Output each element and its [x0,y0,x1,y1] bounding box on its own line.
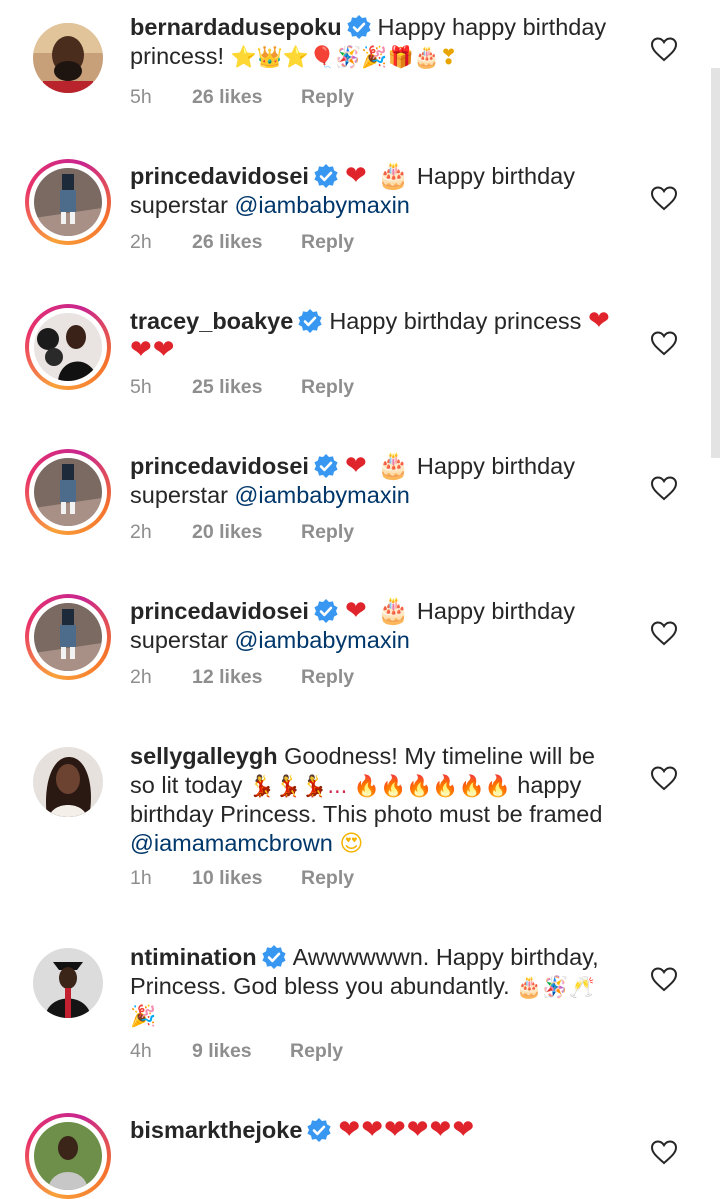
comment-body: Goodness! My timeline will be [284,743,595,769]
comment-text: princedavidosei ❤ 🎂 Happy birthday supers… [130,162,630,219]
celebration-emoji: 🎂🪅🥂 [516,974,595,999]
heart-outline-icon[interactable] [650,966,678,992]
verified-badge-icon [314,599,338,623]
likes-count[interactable]: 26 likes [192,86,301,109]
comment-meta: 5h 25 likes Reply [130,376,354,399]
comment-time: 2h [130,521,152,543]
heart-eyes-emoji: 😍 [339,830,364,857]
comment-time: 4h [130,1040,152,1062]
dancer-emoji: 💃💃💃... [248,773,348,798]
comment-body: Happy birthday [416,453,575,479]
avatar[interactable] [25,15,111,101]
comment-meta: 2h 26 likes Reply [130,231,354,254]
comment-body: Happy birthday princess [329,308,582,334]
verified-badge-icon [314,164,338,188]
username[interactable]: princedavidosei [130,453,309,479]
comment-text: princedavidosei ❤ 🎂 Happy birthday supers… [130,452,630,509]
username[interactable]: ntimination [130,944,257,970]
comment-text: tracey_boakye Happy birthday princess ❤ ❤… [130,307,630,364]
comment-body-line2: princess! [130,42,231,69]
heart-emoji: ❤❤ [130,334,176,365]
likes-count[interactable]: 9 likes [192,1040,290,1063]
avatar[interactable] [25,739,111,825]
likes-count[interactable]: 12 likes [192,666,301,689]
avatar[interactable] [25,940,111,1026]
fire-emoji: 🔥🔥🔥🔥🔥🔥 [353,773,511,798]
reply-button[interactable]: Reply [301,86,354,109]
heart-outline-icon[interactable] [650,330,678,356]
comment-body: Awwwwwwn. Happy birthday, [292,944,599,970]
username[interactable]: sellygalleygh [130,743,278,769]
username[interactable]: tracey_boakye [130,308,293,334]
comment-time: 2h [130,231,152,253]
comment-body-line2: so lit today [130,771,249,798]
verified-badge-icon [307,1118,332,1142]
comment-meta: 4h 9 likes Reply [130,1040,343,1063]
comment-meta: 2h 20 likes Reply [130,521,354,544]
scrollbar[interactable] [711,68,720,458]
comment-time: 5h [130,86,152,108]
heart-outline-icon[interactable] [650,765,678,791]
mention-link[interactable]: @iambabymaxin [235,482,410,508]
heart-emoji: ❤❤❤❤❤❤ [338,1115,476,1145]
comment-body-line2-end: happy [510,771,582,798]
likes-count[interactable]: 26 likes [192,231,301,254]
comment-body-line2: Princess. God bless you abundantly. [130,972,517,999]
mention-link[interactable]: @iambabymaxin [235,627,410,653]
mention-link[interactable]: @iamamamcbrown [130,830,333,856]
comment-text: ntimination Awwwwwwn. Happy birthday, Pri… [130,943,630,1031]
comment-body-line2: superstar [130,481,235,508]
comment-meta: 5h 26 likes Reply [130,86,354,109]
emoji-sequence: ⭐👑⭐🎈🪅🎉🎁🎂❣ [230,44,458,69]
username[interactable]: bernardadusepoku [130,14,342,40]
comment-time: 2h [130,666,152,688]
heart-cake-emoji: ❤ 🎂 [344,451,411,481]
comment-text: sellygalleygh Goodness! My timeline will… [130,742,640,858]
comment-body-line2: superstar [130,191,235,218]
heart-outline-icon[interactable] [650,1139,678,1165]
comment-text: bismarkthejoke ❤❤❤❤❤❤ [130,1116,630,1145]
comment-body: Happy birthday [416,598,575,624]
username[interactable]: princedavidosei [130,598,309,624]
comment-time: 5h [130,376,152,398]
heart-outline-icon[interactable] [650,475,678,501]
username[interactable]: bismarkthejoke [130,1117,302,1143]
reply-button[interactable]: Reply [301,867,354,890]
avatar[interactable] [25,159,111,245]
heart-cake-emoji: ❤ 🎂 [344,596,411,626]
reply-button[interactable]: Reply [290,1040,343,1063]
verified-badge-icon [346,15,371,39]
comment-meta: 2h 12 likes Reply [130,666,354,689]
likes-count[interactable]: 25 likes [192,376,301,399]
username[interactable]: princedavidosei [130,163,309,189]
likes-count[interactable]: 10 likes [192,867,301,890]
reply-button[interactable]: Reply [301,231,354,254]
comment-text: princedavidosei ❤ 🎂 Happy birthday supers… [130,597,630,654]
comment-time: 1h [130,867,152,889]
comment-meta: 1h 10 likes Reply [130,867,354,890]
comment-body: Happy happy birthday [377,14,607,40]
heart-outline-icon[interactable] [650,185,678,211]
reply-button[interactable]: Reply [301,521,354,544]
reply-button[interactable]: Reply [301,666,354,689]
reply-button[interactable]: Reply [301,376,354,399]
avatar[interactable] [25,1113,111,1199]
comment-body-line2: superstar [130,626,235,653]
mention-link[interactable]: @iambabymaxin [235,192,410,218]
comment-body: Happy birthday [416,163,575,189]
heart-emoji: ❤ [587,306,611,336]
avatar[interactable] [25,449,111,535]
comment-text: bernardadusepoku Happy happy birthday pri… [130,13,630,71]
likes-count[interactable]: 20 likes [192,521,301,544]
verified-badge-icon [262,945,286,969]
comment-body-line3: birthday Princess. This photo must be fr… [130,801,603,827]
verified-badge-icon [298,309,322,333]
heart-cake-emoji: ❤ 🎂 [344,161,411,191]
avatar[interactable] [25,594,111,680]
avatar[interactable] [25,304,111,390]
heart-outline-icon[interactable] [650,620,678,646]
heart-outline-icon[interactable] [650,36,678,62]
verified-badge-icon [314,454,338,478]
party-popper-emoji: 🎉 [130,1004,157,1028]
